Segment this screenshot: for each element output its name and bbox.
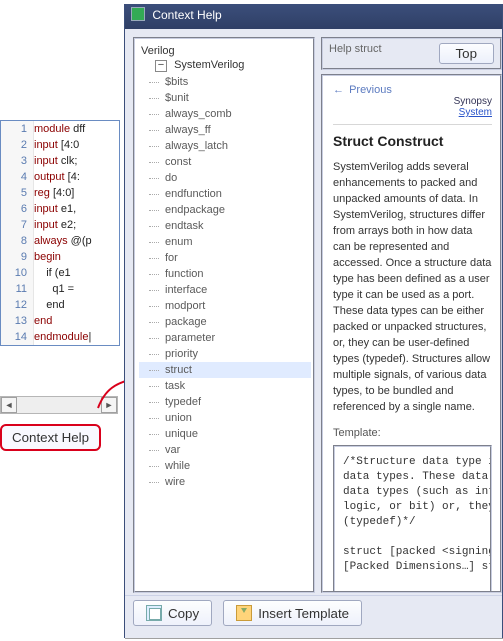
line-number: 10 xyxy=(1,265,34,281)
line-number: 4 xyxy=(1,169,34,185)
code-line[interactable]: 4output [4: xyxy=(1,169,119,185)
tree-item-unique[interactable]: unique xyxy=(139,426,311,442)
line-number: 2 xyxy=(1,137,34,153)
tree-item-var[interactable]: var xyxy=(139,442,311,458)
context-help-button[interactable]: Context Help xyxy=(0,424,101,451)
tree-item-const[interactable]: const xyxy=(139,154,311,170)
line-number: 12 xyxy=(1,297,34,313)
tree-item-modport[interactable]: modport xyxy=(139,298,311,314)
code-line[interactable]: 1module dff xyxy=(1,121,119,137)
line-number: 6 xyxy=(1,201,34,217)
tree-item-parameter[interactable]: parameter xyxy=(139,330,311,346)
tree-item-endtask[interactable]: endtask xyxy=(139,218,311,234)
code-line[interactable]: 12 end xyxy=(1,297,119,313)
code-editor[interactable]: 1module dff2input [4:03input clk;4output… xyxy=(0,120,120,346)
scroll-left-icon[interactable]: ◄ xyxy=(1,397,17,413)
tree-item-task[interactable]: task xyxy=(139,378,311,394)
tree-item-interface[interactable]: interface xyxy=(139,282,311,298)
collapse-icon[interactable]: − xyxy=(155,60,167,72)
separator xyxy=(333,124,492,125)
window-button-bar: Copy Insert Template xyxy=(125,595,502,638)
window-titlebar[interactable]: Context Help xyxy=(125,5,502,29)
code-line[interactable]: 5reg [4:0] xyxy=(1,185,119,201)
source-link[interactable]: System xyxy=(459,107,492,118)
code-line[interactable]: 10 if (e1 xyxy=(1,265,119,281)
tree-group-systemverilog[interactable]: − SystemVerilog xyxy=(155,59,311,72)
line-number: 8 xyxy=(1,233,34,249)
insert-template-button[interactable]: Insert Template xyxy=(223,600,362,626)
window-title: Context Help xyxy=(152,8,221,22)
tree-item-wire[interactable]: wire xyxy=(139,474,311,490)
context-help-window: Context Help Verilog − SystemVerilog $bi… xyxy=(124,4,503,638)
line-number: 11 xyxy=(1,281,34,297)
previous-link[interactable]: ← Previous xyxy=(333,84,492,96)
copy-icon xyxy=(146,605,162,621)
copy-button[interactable]: Copy xyxy=(133,600,212,626)
tree-panel[interactable]: Verilog − SystemVerilog $bits$unitalways… xyxy=(133,37,315,593)
help-content[interactable]: ← Previous Synopsy System Struct Constru… xyxy=(321,74,502,593)
tree-item-struct[interactable]: struct xyxy=(139,362,311,378)
line-number: 5 xyxy=(1,185,34,201)
tree-item-alwayslatch[interactable]: always_latch xyxy=(139,138,311,154)
help-panel: Help struct Top ← Previous Synopsy Syste… xyxy=(321,37,502,593)
tree-item-endpackage[interactable]: endpackage xyxy=(139,202,311,218)
tree-item-alwayscomb[interactable]: always_comb xyxy=(139,106,311,122)
code-line[interactable]: 3input clk; xyxy=(1,153,119,169)
code-line[interactable]: 9begin xyxy=(1,249,119,265)
tree-item-function[interactable]: function xyxy=(139,266,311,282)
app-icon xyxy=(131,7,145,21)
tree-item-enum[interactable]: enum xyxy=(139,234,311,250)
tree-item-endfunction[interactable]: endfunction xyxy=(139,186,311,202)
code-line[interactable]: 8always @(p xyxy=(1,233,119,249)
line-number: 1 xyxy=(1,121,34,137)
code-line[interactable]: 11 q1 = xyxy=(1,281,119,297)
tree-item-while[interactable]: while xyxy=(139,458,311,474)
code-line[interactable]: 13end xyxy=(1,313,119,329)
tree-item-bits[interactable]: $bits xyxy=(139,74,311,90)
template-label: Template: xyxy=(333,427,492,439)
code-line[interactable]: 6input e1, xyxy=(1,201,119,217)
arrow-left-icon: ← xyxy=(333,84,344,96)
tree-item-unit[interactable]: $unit xyxy=(139,90,311,106)
tree-item-alwaysff[interactable]: always_ff xyxy=(139,122,311,138)
code-line[interactable]: 14endmodule| xyxy=(1,329,119,345)
tree-item-union[interactable]: union xyxy=(139,410,311,426)
template-code[interactable]: /*Structure data type is a collection of… xyxy=(333,445,492,593)
tree-item-priority[interactable]: priority xyxy=(139,346,311,362)
help-paragraph: SystemVerilog adds several enhancements … xyxy=(333,159,492,415)
top-button[interactable]: Top xyxy=(439,43,495,64)
line-number: 14 xyxy=(1,329,34,345)
source-links: Synopsy System xyxy=(333,96,492,118)
tree-item-for[interactable]: for xyxy=(139,250,311,266)
tree-item-typedef[interactable]: typedef xyxy=(139,394,311,410)
line-number: 7 xyxy=(1,217,34,233)
tree-item-package[interactable]: package xyxy=(139,314,311,330)
code-line[interactable]: 7input e2; xyxy=(1,217,119,233)
help-header: Help struct Top xyxy=(321,37,502,70)
insert-icon xyxy=(236,605,252,621)
line-number: 9 xyxy=(1,249,34,265)
line-number: 13 xyxy=(1,313,34,329)
tree-item-do[interactable]: do xyxy=(139,170,311,186)
tree-root-verilog[interactable]: Verilog xyxy=(141,45,311,57)
help-title: Struct Construct xyxy=(333,133,492,149)
code-line[interactable]: 2input [4:0 xyxy=(1,137,119,153)
line-number: 3 xyxy=(1,153,34,169)
help-header-label: Help struct xyxy=(329,43,382,55)
